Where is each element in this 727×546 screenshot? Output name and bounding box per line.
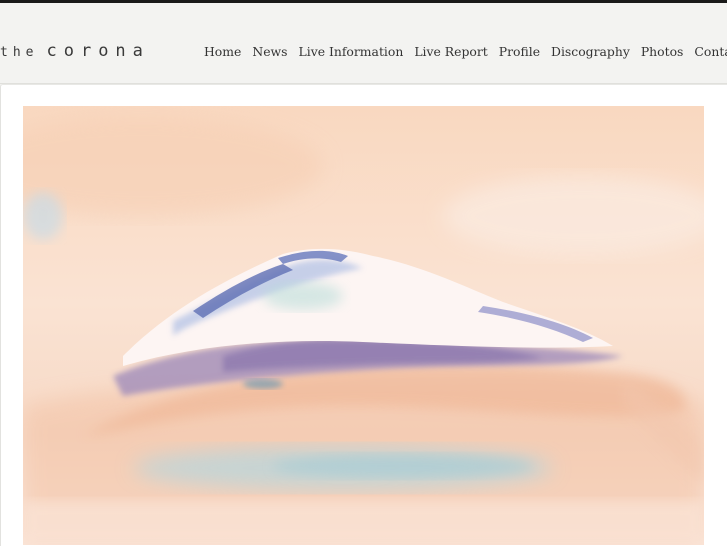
- hero-painting: [23, 106, 704, 545]
- site-header: the corona Home News Live Information Liv…: [0, 3, 727, 84]
- nav-item-live-report[interactable]: Live Report: [414, 44, 487, 59]
- nav-item-photos[interactable]: Photos: [641, 44, 684, 59]
- nav-item-profile[interactable]: Profile: [499, 44, 540, 59]
- watercolor-mountain-image: [23, 106, 704, 545]
- main-nav: Home News Live Information Live Report P…: [204, 44, 727, 59]
- logo-name: corona: [46, 41, 150, 61]
- nav-item-contact[interactable]: Contact: [694, 44, 727, 59]
- logo-prefix: the: [0, 45, 39, 60]
- nav-item-news[interactable]: News: [252, 44, 287, 59]
- nav-item-home[interactable]: Home: [204, 44, 241, 59]
- site-logo[interactable]: the corona: [0, 41, 150, 61]
- nav-item-discography[interactable]: Discography: [551, 44, 630, 59]
- nav-item-live-information[interactable]: Live Information: [299, 44, 404, 59]
